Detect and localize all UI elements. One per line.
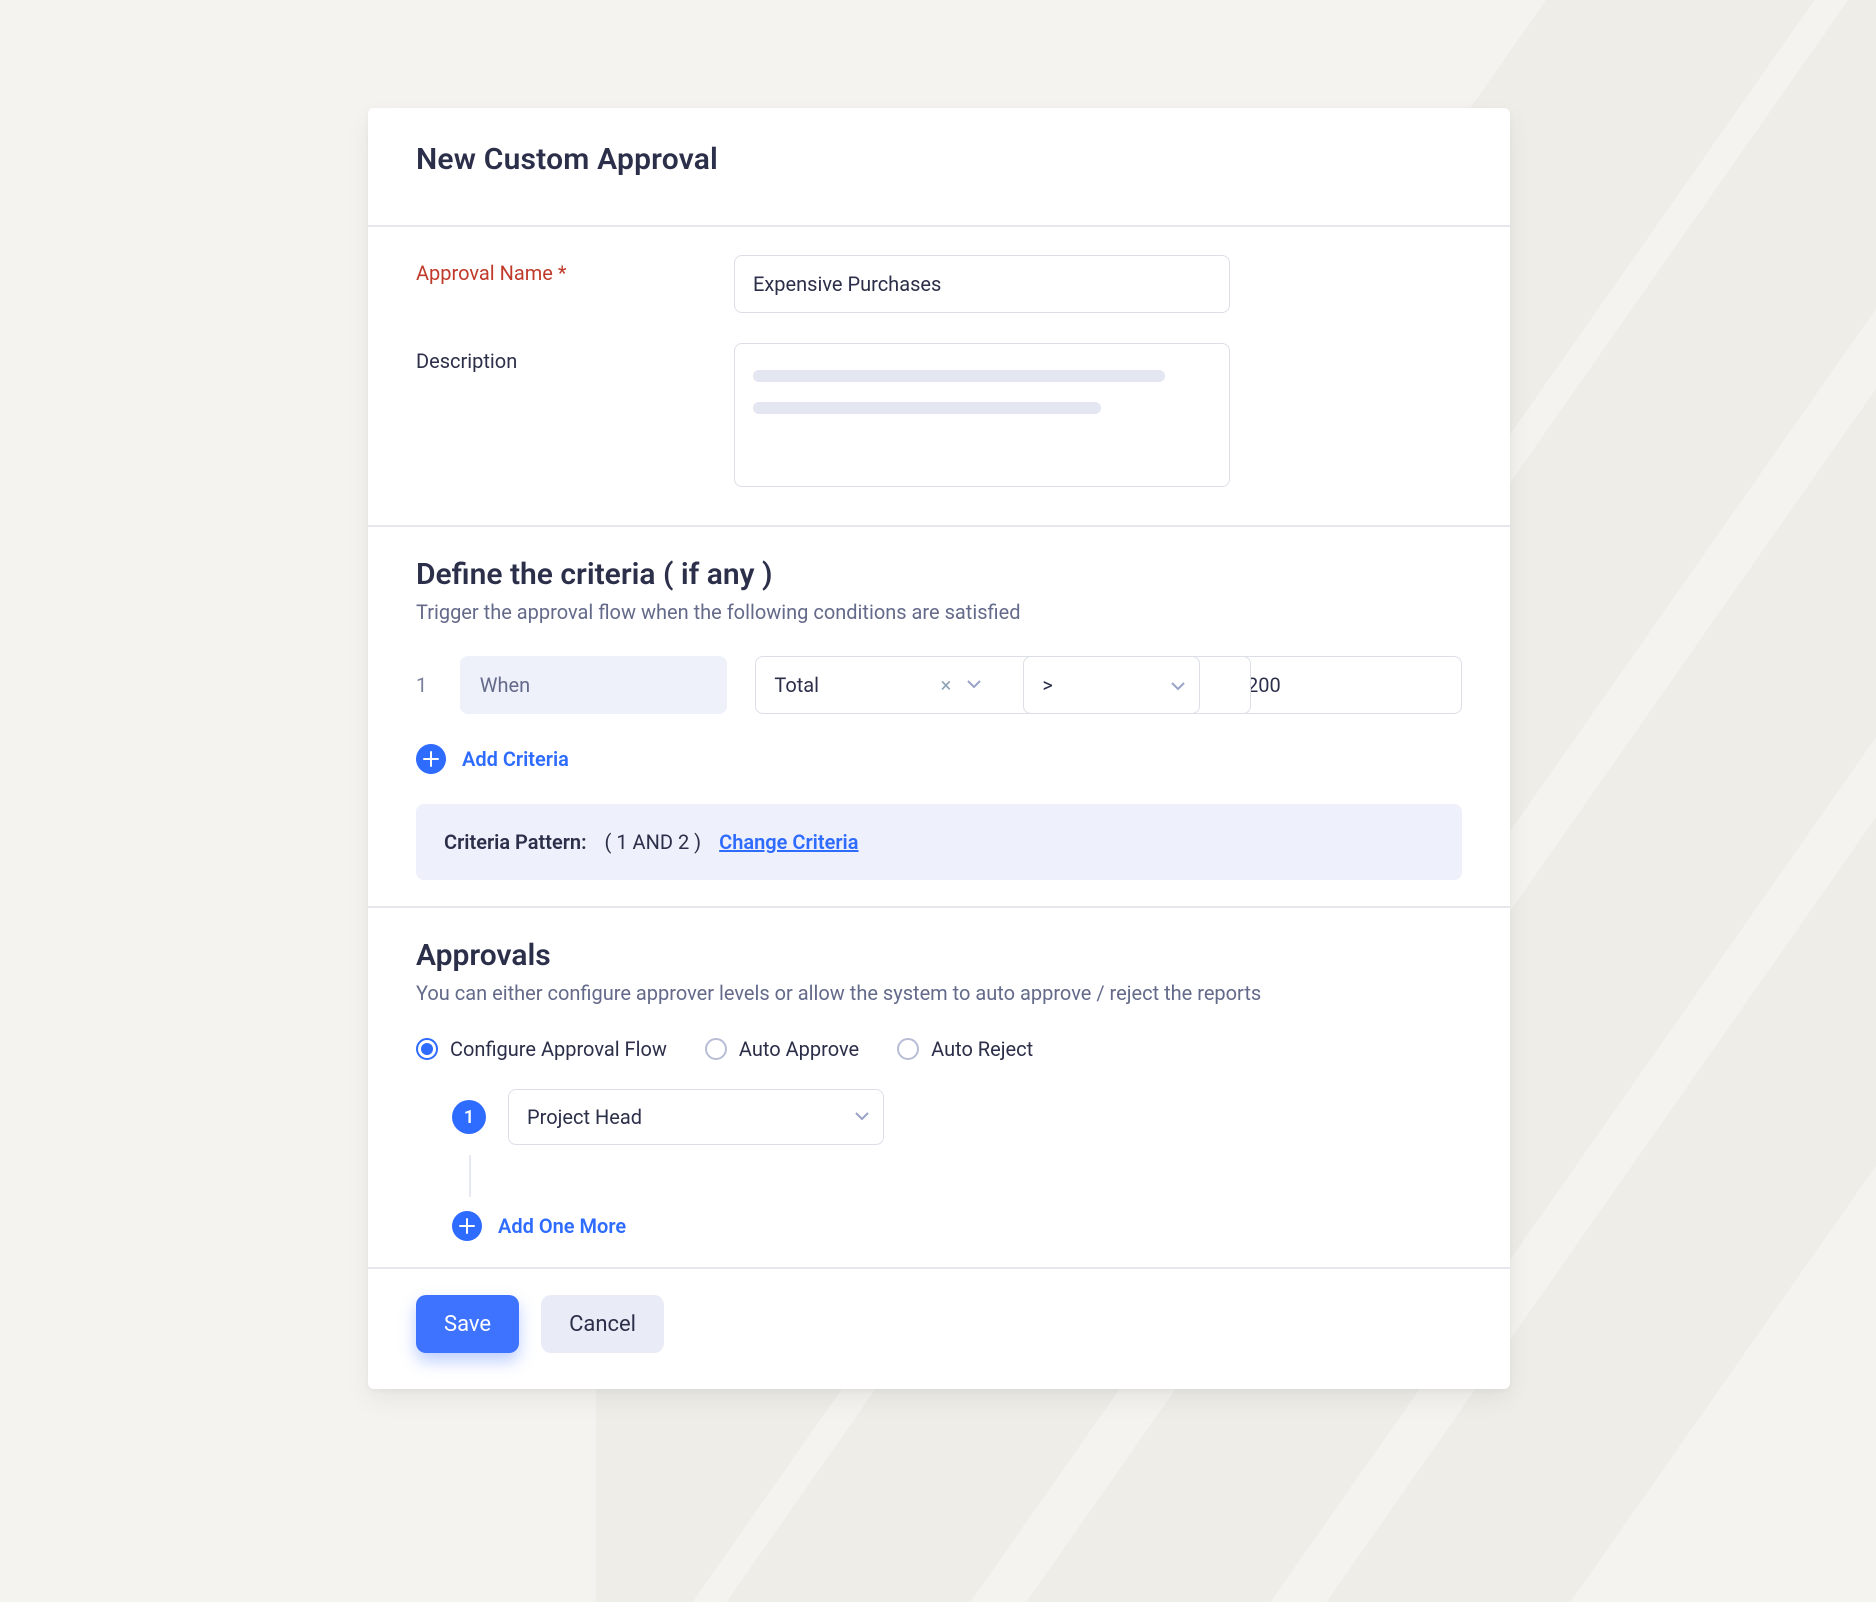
basic-fields-section: Approval Name * Description <box>368 227 1510 525</box>
clear-icon[interactable]: × <box>941 675 952 695</box>
criteria-pattern-label: Criteria Pattern: <box>444 830 587 854</box>
add-approver-row[interactable]: Add One More <box>452 1211 1462 1241</box>
approvals-section: Approvals You can either configure appro… <box>368 908 1510 1267</box>
approvals-title: Approvals <box>416 938 1462 973</box>
radio-label: Auto Approve <box>739 1037 859 1061</box>
approval-name-row: Approval Name * <box>416 255 1462 313</box>
criteria-row: 1 When × > <box>416 656 1462 714</box>
description-textarea[interactable] <box>734 343 1230 487</box>
approval-name-label: Approval Name * <box>416 255 706 285</box>
criteria-value-field <box>1228 656 1462 714</box>
radio-configure-flow[interactable]: Configure Approval Flow <box>416 1037 667 1061</box>
placeholder-line <box>753 370 1165 382</box>
radio-dot <box>705 1038 727 1060</box>
criteria-operator-select[interactable]: > <box>1023 656 1200 714</box>
canvas: New Custom Approval Approval Name * Desc… <box>0 0 1876 1602</box>
criteria-subtitle: Trigger the approval flow when the follo… <box>416 600 1462 624</box>
approval-card: New Custom Approval Approval Name * Desc… <box>368 108 1510 1389</box>
criteria-section: Define the criteria ( if any ) Trigger t… <box>368 527 1510 906</box>
radio-auto-reject[interactable]: Auto Reject <box>897 1037 1033 1061</box>
description-placeholder <box>753 370 1211 414</box>
placeholder-line <box>753 402 1101 414</box>
page-title: New Custom Approval <box>416 142 1462 177</box>
add-criteria-row[interactable]: Add Criteria <box>416 744 1462 774</box>
add-approver-link: Add One More <box>498 1214 626 1238</box>
approval-name-input[interactable] <box>734 255 1230 313</box>
approval-mode-radios: Configure Approval Flow Auto Approve Aut… <box>416 1037 1462 1061</box>
radio-dot <box>897 1038 919 1060</box>
cancel-button[interactable]: Cancel <box>541 1295 664 1353</box>
chevron-down-icon[interactable] <box>967 680 981 690</box>
criteria-when-chip[interactable]: When <box>460 656 728 714</box>
add-criteria-link: Add Criteria <box>462 747 569 771</box>
plus-icon <box>452 1211 482 1241</box>
criteria-pattern-value: ( 1 AND 2 ) <box>605 830 702 854</box>
approver-select[interactable]: Project Head <box>508 1089 884 1145</box>
header-section: New Custom Approval <box>368 108 1510 225</box>
chevron-down-icon[interactable] <box>855 1112 869 1122</box>
criteria-when-label: When <box>480 673 530 697</box>
approvals-subtitle: You can either configure approver levels… <box>416 981 1462 1005</box>
plus-icon <box>416 744 446 774</box>
radio-label: Configure Approval Flow <box>450 1037 667 1061</box>
radio-dot <box>416 1038 438 1060</box>
criteria-operator-value: > <box>1042 673 1052 697</box>
radio-label: Auto Reject <box>931 1037 1033 1061</box>
criteria-index: 1 <box>416 673 432 697</box>
approver-level-row: 1 Project Head <box>452 1089 1462 1145</box>
chevron-down-icon[interactable] <box>1171 673 1185 697</box>
save-button[interactable]: Save <box>416 1295 519 1353</box>
radio-auto-approve[interactable]: Auto Approve <box>705 1037 859 1061</box>
criteria-value-input[interactable] <box>1228 656 1462 714</box>
level-connector <box>469 1155 471 1197</box>
criteria-pattern-box: Criteria Pattern: ( 1 AND 2 ) Change Cri… <box>416 804 1462 880</box>
description-label: Description <box>416 343 706 373</box>
criteria-field-select[interactable]: × <box>755 656 995 714</box>
approver-level-badge: 1 <box>452 1100 486 1134</box>
criteria-title: Define the criteria ( if any ) <box>416 557 1462 592</box>
approver-value: Project Head <box>527 1105 642 1129</box>
footer: Save Cancel <box>368 1269 1510 1389</box>
change-criteria-link[interactable]: Change Criteria <box>719 830 858 854</box>
description-row: Description <box>416 343 1462 487</box>
